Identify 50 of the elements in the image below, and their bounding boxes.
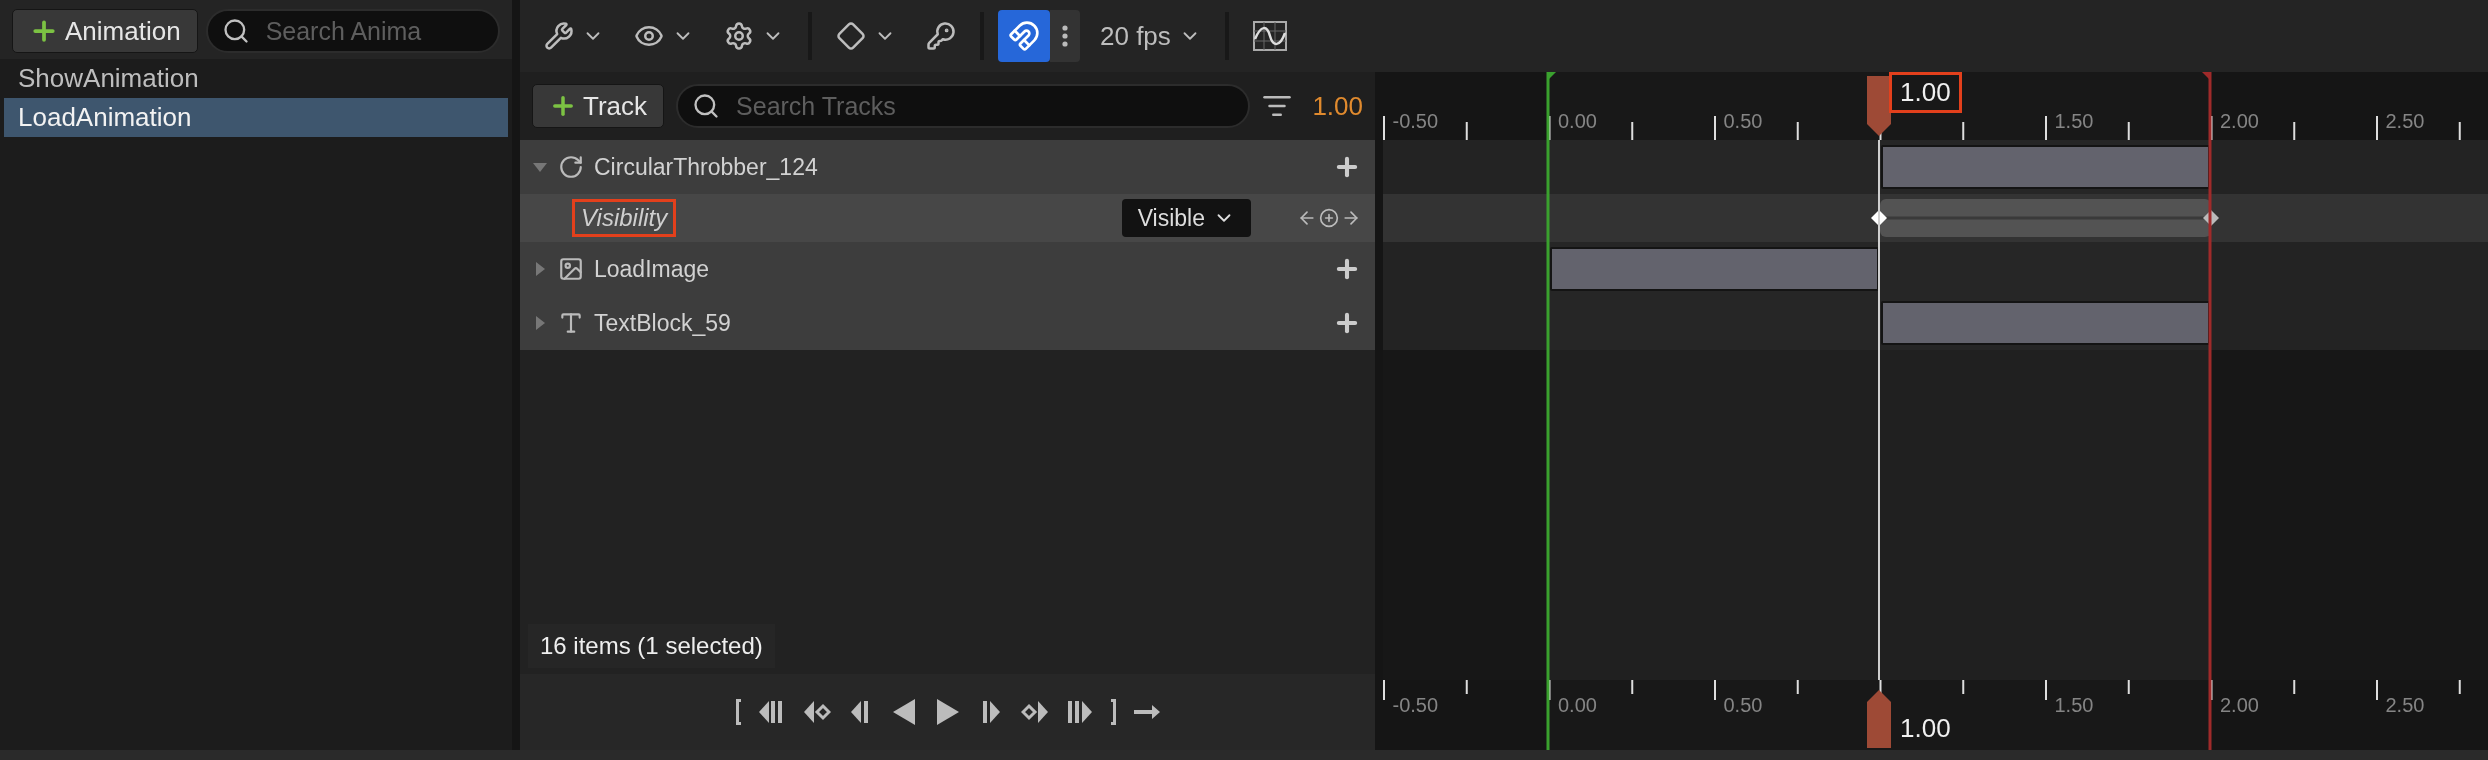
time-label: -0.50 bbox=[1392, 694, 1439, 717]
time-label: 0.50 bbox=[1723, 110, 1763, 133]
track-name[interactable]: TextBlock_59 bbox=[594, 309, 731, 337]
current-time: 1.00 bbox=[1312, 90, 1363, 122]
time-label: 2.00 bbox=[2220, 110, 2259, 133]
time-label: 2.50 bbox=[2385, 110, 2425, 133]
wrench-icon bbox=[544, 21, 574, 51]
curve-graph-icon bbox=[1252, 21, 1287, 51]
time-label: 0.50 bbox=[1723, 694, 1763, 717]
snap-button[interactable] bbox=[998, 10, 1050, 62]
playhead-marker[interactable] bbox=[1865, 76, 1893, 136]
playhead-time: 1.00 bbox=[1889, 72, 1962, 113]
animation-item[interactable]: ShowAnimation bbox=[4, 59, 508, 98]
text-icon bbox=[558, 310, 584, 336]
key-track-drawing[interactable] bbox=[1870, 198, 2221, 238]
gear-icon bbox=[724, 21, 754, 51]
animation-item[interactable]: LoadAnimation bbox=[4, 98, 508, 137]
playhead-marker[interactable] bbox=[1865, 690, 1893, 748]
add-track-button[interactable]: Track bbox=[532, 84, 665, 128]
frame-rate-dropdown[interactable]: 20 fps bbox=[1090, 10, 1211, 62]
search-tracks-field[interactable]: Search Tracks bbox=[676, 84, 1251, 128]
key-icon bbox=[926, 21, 956, 51]
magnet-icon bbox=[1008, 20, 1040, 52]
time-label: 1.50 bbox=[2054, 110, 2094, 133]
search-icon bbox=[221, 17, 250, 45]
playhead-line[interactable] bbox=[1878, 140, 1881, 680]
time-label: 2.00 bbox=[2220, 694, 2259, 717]
section-bar[interactable] bbox=[1881, 145, 2210, 189]
visibility-dropdown[interactable]: Visible bbox=[1121, 199, 1251, 237]
playhead-time: 1.00 bbox=[1899, 712, 1952, 745]
start-marker-line[interactable] bbox=[1546, 72, 1556, 750]
time-label: 0.00 bbox=[1558, 694, 1597, 717]
time-label: -0.50 bbox=[1392, 110, 1439, 133]
add-animation-button[interactable]: Animation bbox=[12, 9, 198, 53]
image-icon bbox=[558, 256, 584, 282]
search-icon bbox=[692, 92, 721, 120]
search-animations-field[interactable]: Search Anima bbox=[205, 9, 500, 53]
time-label: 2.50 bbox=[2385, 694, 2425, 717]
time-label: 0.00 bbox=[1558, 110, 1597, 133]
more-icon bbox=[1062, 25, 1068, 47]
add-key-icon[interactable] bbox=[1319, 208, 1339, 228]
time-label: 1.50 bbox=[2054, 694, 2094, 717]
track-name[interactable]: LoadImage bbox=[594, 255, 710, 283]
track-name[interactable]: CircularThrobber_124 bbox=[594, 153, 818, 181]
end-marker-line[interactable] bbox=[2202, 72, 2212, 750]
snap-options-button[interactable] bbox=[1050, 10, 1080, 62]
property-track-name: Visibility bbox=[572, 199, 677, 237]
status-text: 16 items (1 selected) bbox=[528, 624, 775, 668]
circular-arrow-icon bbox=[558, 154, 584, 180]
diamond-icon bbox=[836, 21, 866, 51]
